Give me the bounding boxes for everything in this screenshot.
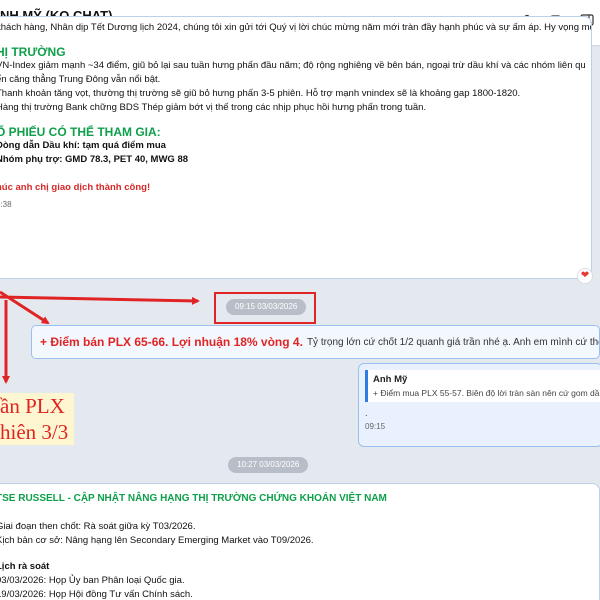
message-bubble-market-report[interactable]: khách hàng, Nhân dịp Tết Dương lịch 2024… [0,16,593,284]
schedule-title: Lịch rà soát [0,561,50,572]
ftse-line: Giai đoạn then chốt: Rà soát giữa kỳ T03… [0,521,196,532]
stock-line: Dòng dẫn Dầu khí: tạm quá điểm mua [0,140,166,151]
highlight-box-annotation [214,292,316,324]
stock-line: Nhóm phụ trợ: GMD 78.3, PET 40, MWG 88 [0,154,189,165]
quoted-author: Anh Mỹ [373,374,408,385]
message-time: 8:38 [0,200,12,209]
message-time: 09:15 [365,422,386,431]
annotation-overlay-text: ần PLX hiên 3/3 [0,393,75,445]
ftse-line: Kịch bản cơ sở: Nâng hạng lên Secondary … [0,535,314,546]
message-bubble-ftse-update[interactable]: TSE RUSSELL - CẬP NHẬT NÂNG HẠNG THỊ TRƯ… [0,483,600,600]
section-title-stocks: Ổ PHIẾU CÓ THỂ THAM GIA: [0,125,161,139]
market-line: Thanh khoản tăng vọt, thường thị trường … [0,88,521,99]
heart-reaction-icon[interactable]: ❤ [577,268,593,284]
sell-signal-text: + Điểm bán PLX 65-66. Lợi nhuận 18% vòng… [40,335,303,349]
sell-signal-note: Tỷ trọng lớn cứ chốt 1/2 quanh giá trần … [306,336,600,348]
market-line: Hàng thị trường Bank chững BDS Thép giảm… [0,102,427,113]
market-line: ến căng thẳng Trung Đông vẫn nổi bật. [0,74,161,85]
quoted-text: + Điểm mua PLX 55-57. Biên độ lời tràn s… [373,388,600,398]
schedule-line: 19/03/2026: Họp Hội đồng Tư vấn Chính sá… [0,589,193,600]
message-bubble-reply[interactable]: Anh Mỹ + Điểm mua PLX 55-57. Biên độ lời… [358,363,600,447]
annotation-line: hiên 3/3 [0,420,69,444]
message-intro: khách hàng, Nhân dịp Tết Dương lịch 2024… [0,22,591,33]
ftse-title: TSE RUSSELL - CẬP NHẬT NÂNG HẠNG THỊ TRƯ… [0,493,387,504]
message-bubble-sell-signal[interactable]: + Điểm bán PLX 65-66. Lợi nhuận 18% vòng… [31,325,600,359]
closing-wish: húc anh chị giao dịch thành công! [0,182,151,193]
schedule-line: 03/03/2026: Họp Ủy ban Phân loại Quốc gi… [0,575,185,586]
date-separator: 10:27 03/03/2026 [228,457,309,473]
section-title-market: HỊ TRƯỜNG [0,45,66,59]
reply-text: . [365,408,368,418]
quoted-message[interactable]: Anh Mỹ + Điểm mua PLX 55-57. Biên độ lời… [365,370,600,402]
market-line: VN-Index giảm mạnh ~34 điểm, giũ bỏ lại … [0,60,586,71]
annotation-line: ần PLX [0,394,65,418]
